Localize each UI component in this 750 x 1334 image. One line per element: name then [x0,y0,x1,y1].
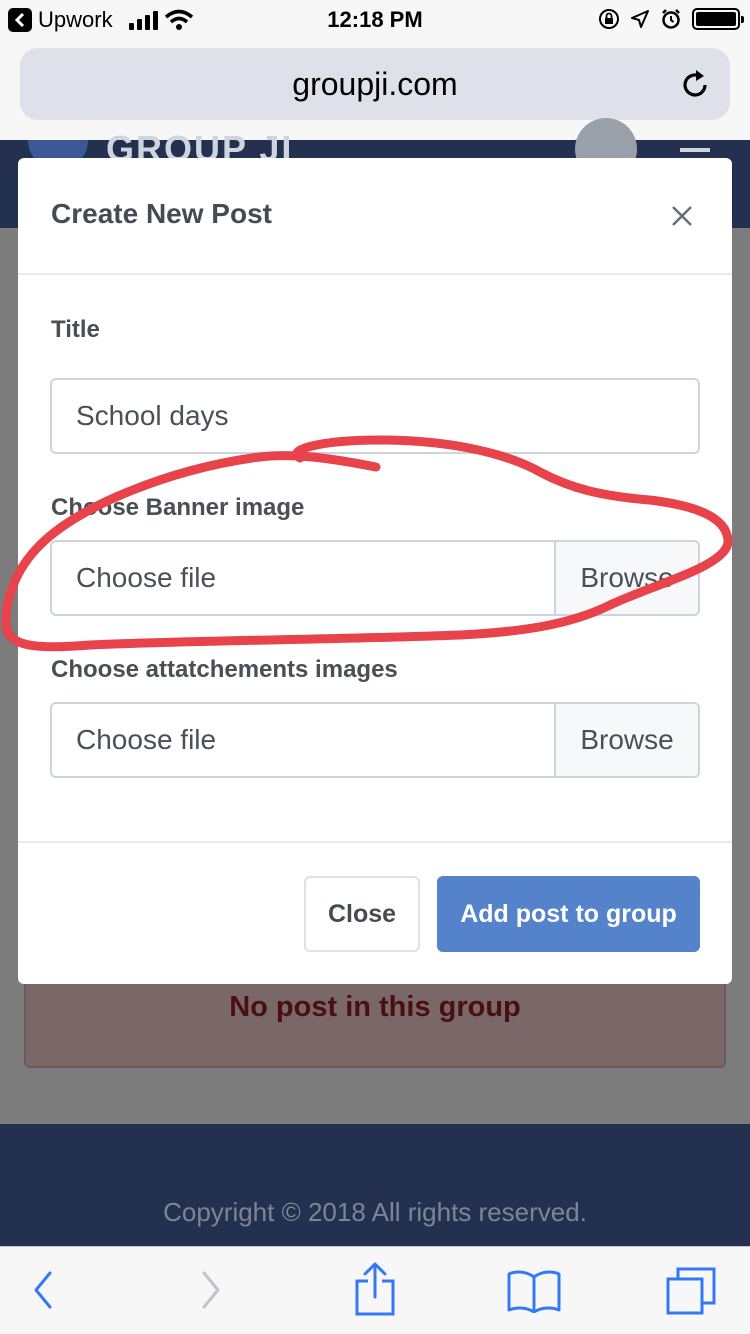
status-bar: Upwork 12:18 PM [0,0,750,40]
copyright-text: Copyright © 2018 All rights reserved. [163,1196,587,1227]
title-input[interactable]: School days [50,378,700,454]
add-post-button[interactable]: Add post to group [437,876,700,952]
close-button[interactable]: Close [304,876,420,952]
banner-file-input[interactable]: Choose file Browse [50,540,700,616]
reload-icon[interactable] [678,68,712,102]
attachments-file-input[interactable]: Choose file Browse [50,702,700,778]
title-label: Title [51,316,100,343]
alarm-icon [662,9,680,29]
url-bar[interactable]: groupji.com [20,48,730,120]
browser-top-bar: groupji.com [0,40,750,140]
site-footer: Copyright © 2018 All rights reserved. [0,1124,750,1246]
attachments-label: Choose attatchements images [51,656,398,683]
back-arrow-icon[interactable] [30,1267,56,1313]
rotation-lock-icon [599,9,619,29]
empty-state-text: No post in this group [229,991,521,1023]
battery-icon [692,8,744,30]
banner-file-text: Choose file [76,562,217,593]
attachments-browse-button[interactable]: Browse [554,704,698,776]
modal-header: Create New Post [18,158,732,275]
modal-footer-divider [18,841,732,843]
modal-title: Create New Post [51,198,272,229]
browser-toolbar [0,1246,750,1334]
create-post-modal: Create New Post Title School days Choose… [18,158,732,984]
menu-icon [680,148,710,152]
close-icon[interactable] [666,200,698,232]
url-text[interactable]: groupji.com [292,66,457,103]
tabs-icon[interactable] [664,1265,720,1315]
forward-arrow-icon[interactable] [198,1267,224,1313]
banner-browse-button[interactable]: Browse [554,542,698,614]
title-input-value: School days [76,400,229,431]
attachments-file-text: Choose file [76,724,217,755]
location-icon [631,10,649,28]
share-icon[interactable] [352,1261,398,1317]
banner-image-label: Choose Banner image [51,494,305,521]
bookmarks-icon[interactable] [506,1269,562,1313]
